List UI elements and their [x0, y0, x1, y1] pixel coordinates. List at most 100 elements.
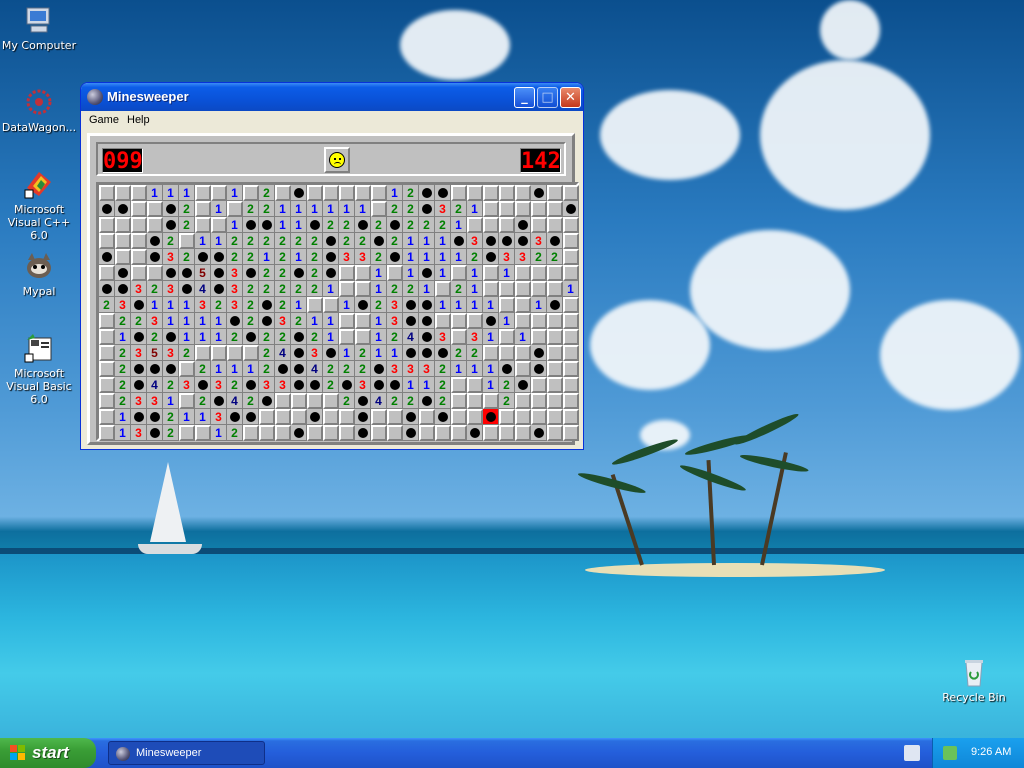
- number-cell[interactable]: 1: [163, 313, 179, 329]
- unopened-cell[interactable]: [515, 201, 531, 217]
- number-cell[interactable]: 3: [131, 345, 147, 361]
- number-cell[interactable]: 3: [227, 265, 243, 281]
- number-cell[interactable]: 3: [163, 345, 179, 361]
- number-cell[interactable]: 2: [323, 361, 339, 377]
- number-cell[interactable]: 1: [563, 281, 579, 297]
- mine-cell[interactable]: [419, 345, 435, 361]
- number-cell[interactable]: 1: [259, 249, 275, 265]
- number-cell[interactable]: 4: [195, 281, 211, 297]
- unopened-cell[interactable]: [515, 297, 531, 313]
- number-cell[interactable]: 2: [387, 329, 403, 345]
- number-cell[interactable]: 1: [387, 345, 403, 361]
- mine-cell[interactable]: [99, 249, 115, 265]
- mine-cell[interactable]: [531, 361, 547, 377]
- unopened-cell[interactable]: [563, 185, 579, 201]
- desktop-icon-mypal[interactable]: Mypal: [0, 250, 78, 298]
- number-cell[interactable]: 1: [291, 201, 307, 217]
- number-cell[interactable]: 3: [355, 249, 371, 265]
- unopened-cell[interactable]: [547, 409, 563, 425]
- number-cell[interactable]: 3: [387, 313, 403, 329]
- number-cell[interactable]: 1: [147, 185, 163, 201]
- unopened-cell[interactable]: [323, 409, 339, 425]
- unopened-cell[interactable]: [499, 425, 515, 441]
- unopened-cell[interactable]: [499, 217, 515, 233]
- unopened-cell[interactable]: [371, 425, 387, 441]
- number-cell[interactable]: 3: [163, 249, 179, 265]
- mine-cell[interactable]: [131, 329, 147, 345]
- unopened-cell[interactable]: [99, 217, 115, 233]
- mine-cell[interactable]: [227, 409, 243, 425]
- number-cell[interactable]: 1: [435, 233, 451, 249]
- mine-cell[interactable]: [115, 265, 131, 281]
- number-cell[interactable]: 2: [403, 281, 419, 297]
- close-button[interactable]: ✕: [560, 87, 581, 108]
- mine-cell[interactable]: [483, 233, 499, 249]
- number-cell[interactable]: 1: [419, 249, 435, 265]
- unopened-cell[interactable]: [131, 185, 147, 201]
- number-cell[interactable]: 1: [371, 313, 387, 329]
- mine-cell[interactable]: [131, 409, 147, 425]
- unopened-cell[interactable]: [531, 201, 547, 217]
- number-cell[interactable]: 2: [291, 313, 307, 329]
- number-cell[interactable]: 3: [467, 233, 483, 249]
- unopened-cell[interactable]: [195, 345, 211, 361]
- unopened-cell[interactable]: [259, 425, 275, 441]
- unopened-cell[interactable]: [451, 329, 467, 345]
- number-cell[interactable]: 2: [371, 217, 387, 233]
- number-cell[interactable]: 1: [291, 217, 307, 233]
- mine-cell[interactable]: [147, 361, 163, 377]
- unopened-cell[interactable]: [563, 393, 579, 409]
- number-cell[interactable]: 2: [243, 297, 259, 313]
- number-cell[interactable]: 3: [339, 249, 355, 265]
- number-cell[interactable]: 3: [307, 345, 323, 361]
- number-cell[interactable]: 2: [243, 201, 259, 217]
- unopened-cell[interactable]: [467, 409, 483, 425]
- mine-cell[interactable]: [435, 345, 451, 361]
- number-cell[interactable]: 2: [275, 297, 291, 313]
- unopened-cell[interactable]: [515, 409, 531, 425]
- unopened-cell[interactable]: [99, 185, 115, 201]
- number-cell[interactable]: 2: [179, 201, 195, 217]
- number-cell[interactable]: 2: [227, 249, 243, 265]
- unopened-cell[interactable]: [355, 265, 371, 281]
- mine-cell[interactable]: [419, 297, 435, 313]
- unopened-cell[interactable]: [275, 409, 291, 425]
- unopened-cell[interactable]: [451, 393, 467, 409]
- unopened-cell[interactable]: [547, 265, 563, 281]
- number-cell[interactable]: 2: [147, 329, 163, 345]
- mine-cell[interactable]: [147, 233, 163, 249]
- unopened-cell[interactable]: [387, 265, 403, 281]
- clock[interactable]: 9:26 AM: [971, 746, 1011, 758]
- mine-cell[interactable]: [179, 265, 195, 281]
- unopened-cell[interactable]: [483, 425, 499, 441]
- number-cell[interactable]: 2: [259, 329, 275, 345]
- number-cell[interactable]: 1: [115, 329, 131, 345]
- mine-cell[interactable]: [403, 425, 419, 441]
- number-cell[interactable]: 1: [227, 185, 243, 201]
- mine-cell[interactable]: [275, 361, 291, 377]
- number-cell[interactable]: 2: [259, 345, 275, 361]
- mine-cell[interactable]: [147, 249, 163, 265]
- number-cell[interactable]: 4: [307, 361, 323, 377]
- mine-cell[interactable]: [307, 217, 323, 233]
- number-cell[interactable]: 2: [387, 233, 403, 249]
- mine-cell[interactable]: [99, 281, 115, 297]
- mine-cell[interactable]: [419, 185, 435, 201]
- number-cell[interactable]: 3: [275, 377, 291, 393]
- number-cell[interactable]: 2: [195, 361, 211, 377]
- mine-cell[interactable]: [259, 313, 275, 329]
- unopened-cell[interactable]: [547, 393, 563, 409]
- unopened-cell[interactable]: [99, 265, 115, 281]
- unopened-cell[interactable]: [531, 217, 547, 233]
- number-cell[interactable]: 2: [467, 345, 483, 361]
- unopened-cell[interactable]: [467, 185, 483, 201]
- number-cell[interactable]: 2: [451, 201, 467, 217]
- number-cell[interactable]: 1: [499, 265, 515, 281]
- unopened-cell[interactable]: [147, 201, 163, 217]
- number-cell[interactable]: 1: [483, 329, 499, 345]
- unopened-cell[interactable]: [563, 377, 579, 393]
- unopened-cell[interactable]: [435, 313, 451, 329]
- number-cell[interactable]: 1: [403, 249, 419, 265]
- number-cell[interactable]: 1: [323, 313, 339, 329]
- number-cell[interactable]: 5: [195, 265, 211, 281]
